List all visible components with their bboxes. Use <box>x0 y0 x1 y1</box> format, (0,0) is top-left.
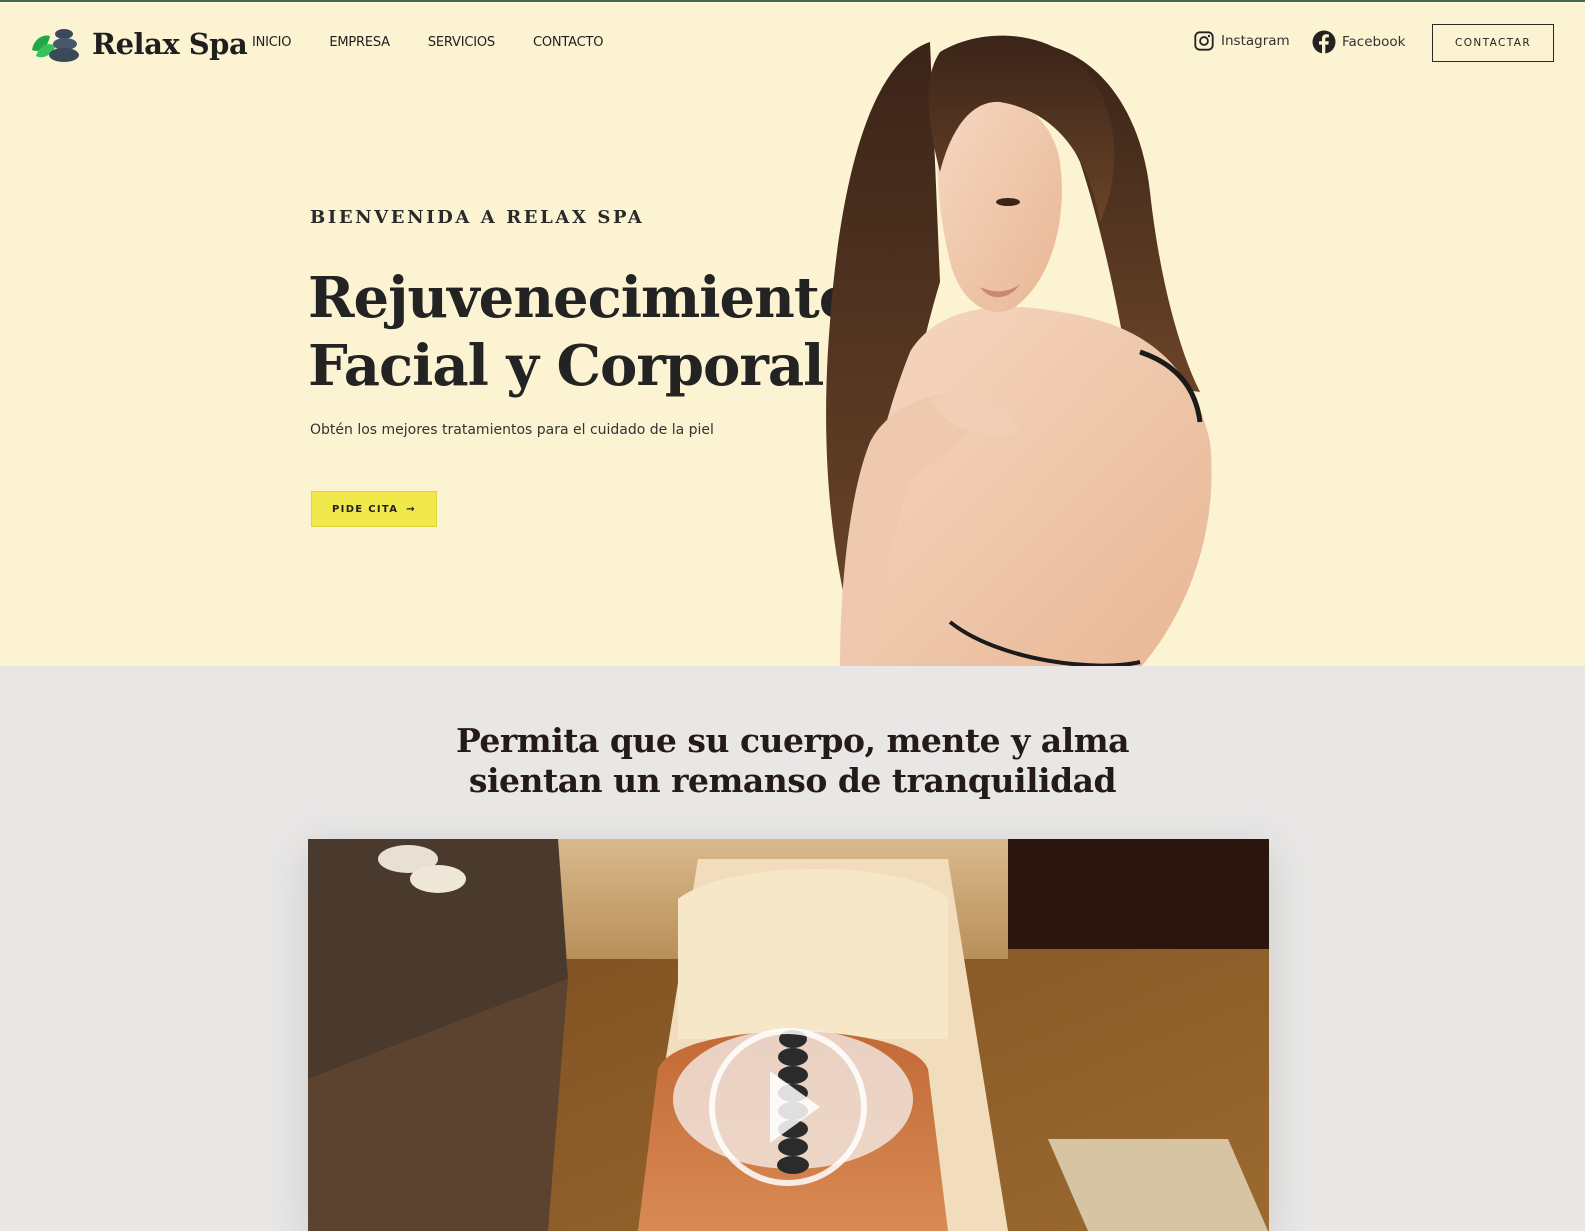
intro-title-line-2: sientan un remanso de tranquilidad <box>468 761 1117 800</box>
brand-name: Relax Spa <box>92 27 248 61</box>
nav-item-empresa[interactable]: EMPRESA <box>329 35 390 50</box>
brand-logo[interactable]: Relax Spa <box>30 24 248 64</box>
main-nav: INICIO EMPRESA SERVICIOS CONTACTO <box>252 35 641 50</box>
hero-eyebrow: BIENVENIDA A RELAX SPA <box>310 207 645 228</box>
nav-item-servicios[interactable]: SERVICIOS <box>428 35 495 50</box>
book-appointment-button[interactable]: PIDE CITA → <box>311 491 437 527</box>
cta-label: PIDE CITA <box>332 503 399 515</box>
spa-stones-leaf-icon <box>30 24 80 64</box>
intro-title-line-1: Permita que su cuerpo, mente y alma <box>455 721 1130 760</box>
hero-section: Relax Spa INICIO EMPRESA SERVICIOS CONTA… <box>0 2 1585 666</box>
nav-item-contacto[interactable]: CONTACTO <box>533 35 603 50</box>
hero-subtitle: Obtén los mejores tratamientos para el c… <box>310 422 714 438</box>
facebook-label: Facebook <box>1342 34 1406 50</box>
hero-headline-line-2: Facial y Corporal <box>308 333 824 399</box>
facebook-icon <box>1312 30 1336 54</box>
hero-headline: Rejuvenecimiento Facial y Corporal <box>308 264 856 400</box>
nav-item-inicio[interactable]: INICIO <box>252 35 292 50</box>
hero-model-image <box>800 22 1240 666</box>
facebook-link[interactable]: Facebook <box>1312 30 1405 54</box>
spa-video-player[interactable] <box>308 839 1269 1231</box>
arrow-right-icon: → <box>406 503 416 515</box>
hero-headline-line-1: Rejuvenecimiento <box>308 265 856 331</box>
intro-title: Permita que su cuerpo, mente y alma sien… <box>0 721 1585 801</box>
contact-button[interactable]: CONTACTAR <box>1432 24 1554 62</box>
